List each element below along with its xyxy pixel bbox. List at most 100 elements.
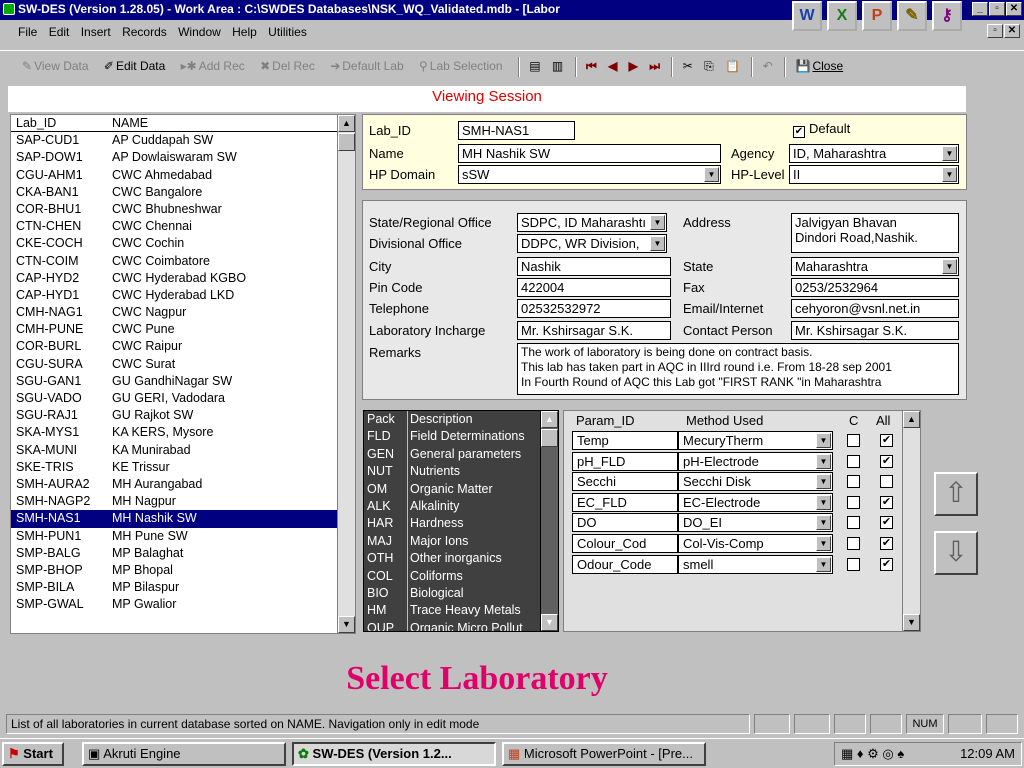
all-checkbox[interactable]: ✔ (880, 495, 893, 509)
param-id-cell[interactable]: Secchi (572, 472, 678, 492)
pack-row[interactable]: OUP Organic Micro Pollut (364, 619, 558, 631)
lab-list-row[interactable]: SKA-MYS1 KA KERS, Mysore (11, 424, 355, 441)
pack-row[interactable]: OM Organic Matter (364, 480, 558, 498)
pack-row[interactable]: NUT Nutrients (364, 463, 558, 481)
scroll-down-icon[interactable]: ▼ (338, 616, 355, 633)
lab-list-row[interactable]: SKE-TRIS KE Trissur (11, 459, 355, 476)
telephone-field[interactable]: 02532532972 (517, 299, 671, 318)
all-checkbox[interactable] (880, 475, 893, 489)
mdi-close-icon[interactable]: ✕ (1004, 24, 1020, 38)
lab-list-row[interactable]: SMH-NAGP2 MH Nagpur (11, 493, 355, 510)
default-lab-button[interactable]: ➔ Default Lab (330, 59, 409, 73)
lab-list-row[interactable]: CMH-NAG1 CWC Nagpur (11, 304, 355, 321)
chevron-down-icon[interactable]: ▼ (816, 494, 831, 510)
clock[interactable]: 12:09 AM (960, 743, 1015, 765)
pack-row[interactable]: BIO Biological (364, 584, 558, 603)
method-select[interactable]: Col-Vis-Comp ▼ (678, 534, 833, 553)
method-select[interactable]: MecuryTherm ▼ (678, 431, 833, 450)
up-arrow-icon[interactable]: ⇧ (934, 472, 978, 516)
all-checkbox[interactable]: ✔ (880, 454, 893, 468)
lab-list-row[interactable]: CMH-PUNE CWC Pune (11, 321, 355, 338)
lab-list-row[interactable]: SGU-GAN1 GU GandhiNagar SW (11, 373, 355, 390)
lab-list-row[interactable]: SMP-BHOP MP Bhopal (11, 562, 355, 579)
lab-list-row[interactable]: CGU-SURA CWC Surat (11, 356, 355, 373)
task-akruti[interactable]: ▣ Akruti Engine (82, 742, 286, 766)
state-office-select[interactable]: SDPC, ID Maharashtı ▼ (517, 213, 667, 232)
lab-list-row[interactable]: CKE-COCH CWC Cochin (11, 235, 355, 252)
method-select[interactable]: Secchi Disk ▼ (678, 472, 833, 492)
menu-window[interactable]: Window (178, 25, 221, 39)
lab-list-row[interactable]: SAP-DOW1 AP Dowlaiswaram SW (11, 149, 355, 166)
lab-list-row[interactable]: CAP-HYD1 CWC Hyderabad LKD (11, 287, 355, 304)
chevron-down-icon[interactable]: ▼ (816, 453, 831, 469)
method-select[interactable]: DO_EI ▼ (678, 513, 833, 533)
param-id-cell[interactable]: pH_FLD (572, 451, 678, 471)
lab-list[interactable]: Lab_ID NAME SAP-CUD1 AP Cuddapah SW SAP-DO… (10, 114, 356, 634)
all-checkbox[interactable]: ✔ (880, 537, 893, 550)
city-field[interactable]: Nashik (517, 257, 671, 276)
lab-list-row[interactable]: CTN-CHEN CWC Chennai (11, 218, 355, 235)
param-id-cell[interactable]: Temp (572, 431, 678, 450)
chevron-down-icon[interactable]: ▼ (650, 236, 665, 251)
pack-row[interactable]: HM Trace Heavy Metals (364, 602, 558, 620)
mdi-restore-icon[interactable]: ▫ (987, 24, 1003, 38)
chevron-down-icon[interactable]: ▼ (816, 433, 831, 448)
del-rec-button[interactable]: ✖ Del Rec (260, 59, 321, 73)
lab-list-row[interactable]: SMH-NAS1 MH Nashik SW (11, 510, 355, 528)
state-select[interactable]: Maharashtra ▼ (791, 257, 959, 276)
lab-id-column-header[interactable]: Lab_ID (16, 115, 112, 131)
param-id-cell[interactable]: DO (572, 513, 678, 533)
name-field[interactable]: MH Nashik SW (458, 144, 721, 163)
c-checkbox[interactable] (847, 537, 860, 550)
first-record-button[interactable]: ⏮ (586, 59, 599, 73)
datasheet-view-button[interactable]: ▥ (552, 59, 565, 73)
param-id-cell[interactable]: Odour_Code (572, 554, 678, 574)
view-data-button[interactable]: ✎ View Data (22, 59, 95, 73)
divisional-office-select[interactable]: DDPC, WR Division, ▼ (517, 234, 667, 253)
parameters-grid[interactable]: Param_ID Method Used C All Temp MecuryThe… (563, 410, 921, 632)
lab-list-scrollbar[interactable]: ▲ ▼ (337, 115, 355, 633)
email-field[interactable]: cehyoron@vsnl.net.in (791, 299, 959, 318)
app-icon[interactable] (3, 3, 15, 15)
remarks-field[interactable]: The work of laboratory is being done on … (517, 343, 959, 395)
name-column-header[interactable]: NAME (112, 115, 148, 131)
contact-field[interactable]: Mr. Kshirsagar S.K. (791, 321, 959, 340)
next-record-button[interactable]: ▶ (629, 59, 640, 73)
lab-list-row[interactable]: CGU-AHM1 CWC Ahmedabad (11, 167, 355, 184)
method-select[interactable]: smell ▼ (678, 554, 833, 574)
lab-list-row[interactable]: SGU-VADO GU GERI, Vadodara (11, 390, 355, 407)
param-id-cell[interactable]: Colour_Cod (572, 534, 678, 553)
lab-list-row[interactable]: SKA-MUNI KA Munirabad (11, 442, 355, 459)
lab-list-row[interactable]: CTN-COIM CWC Coimbatore (11, 253, 355, 270)
default-checkbox[interactable]: ✔ Default (793, 121, 850, 138)
all-checkbox[interactable]: ✔ (880, 516, 893, 530)
hp-domain-select[interactable]: sSW ▼ (458, 165, 721, 184)
lab-list-row[interactable]: SMP-BALG MP Balaghat (11, 545, 355, 562)
undo-button[interactable]: ↶ (763, 59, 775, 73)
menu-utilities[interactable]: Utilities (268, 25, 307, 39)
menu-file[interactable]: File (18, 25, 37, 39)
lab-list-row[interactable]: SMP-BILA MP Bilaspur (11, 579, 355, 596)
add-rec-button[interactable]: ▸✱ Add Rec (181, 59, 251, 73)
chevron-down-icon[interactable]: ▼ (704, 167, 719, 182)
hp-level-select[interactable]: II ▼ (789, 165, 959, 184)
chevron-down-icon[interactable]: ▼ (816, 474, 831, 490)
lab-list-row[interactable]: SAP-CUD1 AP Cuddapah SW (11, 132, 355, 149)
task-powerpoint[interactable]: ▦ Microsoft PowerPoint - [Pre... (502, 742, 706, 766)
copy-button[interactable]: ⎘ (704, 59, 716, 73)
scroll-up-icon[interactable]: ▲ (541, 411, 558, 428)
lab-list-row[interactable]: COR-BURL CWC Raipur (11, 338, 355, 355)
menu-records[interactable]: Records (122, 25, 167, 39)
params-scrollbar[interactable]: ▲ ▼ (902, 411, 920, 631)
scroll-up-icon[interactable]: ▲ (903, 411, 920, 428)
lab-selection-button[interactable]: ⚲ Lab Selection (419, 59, 509, 73)
packs-scrollbar[interactable]: ▲ ▼ (540, 411, 558, 631)
chevron-down-icon[interactable]: ▼ (942, 146, 957, 161)
fax-field[interactable]: 0253/2532964 (791, 278, 959, 297)
address-field[interactable]: Jalvigyan Bhavan Dindori Road,Nashik. (791, 213, 959, 253)
scroll-thumb[interactable] (338, 133, 355, 151)
lab-list-row[interactable]: SMH-AURA2 MH Aurangabad (11, 476, 355, 493)
scroll-thumb[interactable] (541, 429, 558, 447)
edit-data-button[interactable]: ✐ Edit Data (104, 59, 171, 73)
pack-row[interactable]: ALK Alkalinity (364, 497, 558, 516)
